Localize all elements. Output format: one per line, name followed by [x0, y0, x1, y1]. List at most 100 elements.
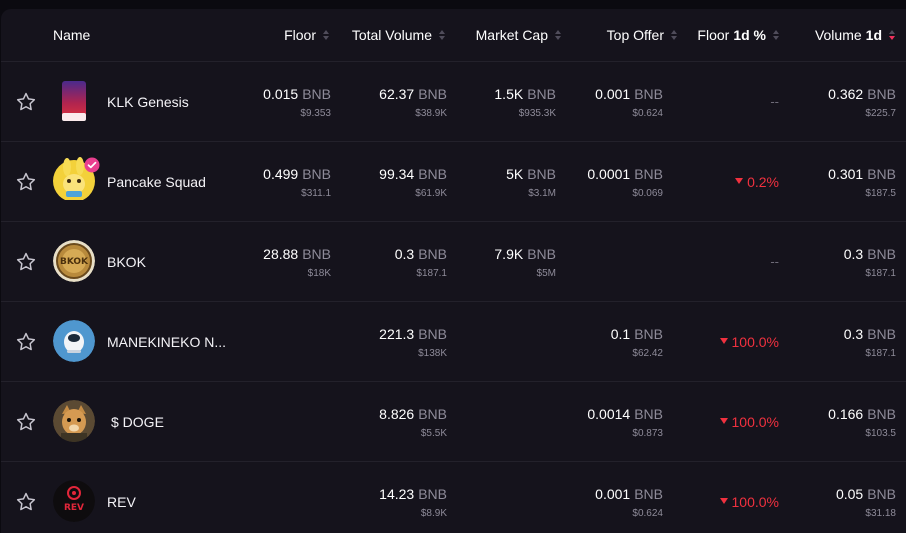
- table-row[interactable]: MANEKINEKO N... 221.3 BNB $138K 0.1 BNB $6…: [1, 301, 906, 381]
- star-icon[interactable]: [15, 411, 37, 433]
- floor-change-empty: --: [770, 254, 779, 269]
- currency-unit: BNB: [302, 166, 331, 182]
- currency-unit: BNB: [418, 486, 447, 502]
- total-volume-cell: 62.37 BNB $38.9K: [379, 86, 447, 120]
- currency-unit: BNB: [634, 326, 663, 342]
- volume-usd: $187.1: [865, 348, 896, 359]
- market-cap-value: 1.5K: [494, 86, 524, 102]
- volume-value: 0.166: [828, 406, 864, 422]
- header-total-volume-label: Total Volume: [351, 27, 432, 43]
- header-name[interactable]: Name: [53, 27, 90, 43]
- floor-cell: 0.015 BNB $9.353: [263, 86, 331, 120]
- currency-unit: BNB: [867, 326, 896, 342]
- top-offer-cell: 0.1 BNB $62.42: [611, 326, 663, 360]
- star-icon[interactable]: [15, 171, 37, 193]
- star-icon[interactable]: [15, 491, 37, 513]
- total-volume-usd: $187.1: [416, 268, 447, 279]
- currency-unit: BNB: [527, 246, 556, 262]
- collection-name[interactable]: $ DOGE: [111, 414, 164, 430]
- volume-usd: $31.18: [865, 508, 896, 519]
- header-market-cap-sort[interactable]: Market Cap: [476, 27, 561, 43]
- floor-change-value: 0.2%: [747, 174, 779, 190]
- volume-usd: $225.7: [865, 108, 896, 119]
- currency-unit: BNB: [418, 406, 447, 422]
- table-row[interactable]: $ DOGE 8.826 BNB $5.5K 0.0014 BNB $0.873 1…: [1, 381, 906, 461]
- floor-change-value: 100.0%: [731, 414, 779, 430]
- currency-unit: BNB: [302, 246, 331, 262]
- down-triangle-icon: [719, 498, 728, 505]
- total-volume-value: 14.23: [379, 486, 415, 502]
- floor-usd: $311.1: [301, 188, 331, 199]
- collection-name[interactable]: Pancake Squad: [107, 174, 206, 190]
- table-row[interactable]: REV REV 14.23 BNB $8.9K 0.001 BNB $0.624 1…: [1, 461, 906, 533]
- market-cap-value: 5K: [506, 166, 524, 182]
- top-offer-cell: 0.0001 BNB $0.069: [587, 166, 663, 200]
- sort-icon: [671, 30, 677, 40]
- star-icon[interactable]: [15, 91, 37, 113]
- header-top-offer-label: Top Offer: [606, 27, 664, 43]
- star-icon[interactable]: [15, 331, 37, 353]
- top-offer-cell: 0.0014 BNB $0.873: [587, 406, 663, 440]
- floor-change-cell: 100.0%: [719, 494, 779, 510]
- volume-cell: 0.05 BNB $31.18: [836, 486, 896, 520]
- currency-unit: BNB: [867, 486, 896, 502]
- currency-unit: BNB: [302, 86, 331, 102]
- header-market-cap-label: Market Cap: [475, 27, 548, 43]
- market-cap-cell: 5K BNB $3.1M: [506, 166, 556, 200]
- top-offer-usd: $0.624: [632, 508, 663, 519]
- currency-unit: BNB: [418, 246, 447, 262]
- down-triangle-icon: [735, 178, 744, 185]
- total-volume-usd: $138K: [418, 348, 447, 359]
- collection-avatar: REV: [53, 480, 95, 522]
- floor-change-cell: 0.2%: [735, 174, 779, 190]
- collection-name[interactable]: BKOK: [107, 254, 146, 270]
- header-volume-sort[interactable]: Volume 1d: [815, 27, 895, 43]
- currency-unit: BNB: [634, 166, 663, 182]
- market-cap-value: 7.9K: [494, 246, 524, 262]
- avatar-logo-text: REV: [64, 503, 84, 513]
- header-floor-change-period: 1d %: [733, 27, 766, 43]
- top-offer-value: 0.0001: [587, 166, 631, 182]
- currency-unit: BNB: [634, 486, 663, 502]
- floor-value: 0.499: [263, 166, 299, 182]
- volume-usd: $187.1: [865, 268, 896, 279]
- star-icon[interactable]: [15, 251, 37, 273]
- currency-unit: BNB: [527, 166, 556, 182]
- sort-icon: [439, 30, 445, 40]
- total-volume-value: 62.37: [379, 86, 415, 102]
- header-floor-change-sort[interactable]: Floor 1d %: [697, 27, 779, 43]
- volume-cell: 0.301 BNB $187.5: [828, 166, 896, 200]
- total-volume-value: 8.826: [379, 406, 415, 422]
- floor-value: 0.015: [263, 86, 299, 102]
- floor-change-value: 100.0%: [731, 334, 779, 350]
- header-floor-sort[interactable]: Floor: [284, 27, 329, 43]
- header-volume-period: 1d: [865, 27, 882, 43]
- volume-cell: 0.166 BNB $103.5: [828, 406, 896, 440]
- floor-cell: 0.499 BNB $311.1: [263, 166, 331, 200]
- table-row[interactable]: Pancake Squad 0.499 BNB $311.1 99.34 BNB $…: [1, 141, 906, 221]
- header-top-offer-sort[interactable]: Top Offer: [607, 27, 677, 43]
- table-row[interactable]: KLK Genesis 0.015 BNB $9.353 62.37 BNB $38…: [1, 61, 906, 141]
- sort-icon: [889, 30, 895, 40]
- volume-cell: 0.3 BNB $187.1: [844, 326, 896, 360]
- top-offer-cell: 0.001 BNB $0.624: [595, 486, 663, 520]
- collection-avatar: [53, 80, 95, 122]
- header-total-volume-sort[interactable]: Total Volume: [352, 27, 445, 43]
- verified-badge-icon: [84, 157, 100, 173]
- top-offer-usd: $0.873: [632, 428, 663, 439]
- avatar-logo-text: BKOK: [60, 257, 89, 267]
- table-row[interactable]: BKOK BKOK 28.88 BNB $18K 0.3 BNB $187.1 7.…: [1, 221, 906, 301]
- down-triangle-icon: [719, 418, 728, 425]
- top-offer-usd: $0.624: [632, 108, 663, 119]
- collection-avatar: BKOK: [53, 240, 95, 282]
- volume-value: 0.05: [835, 486, 864, 502]
- floor-change-empty: --: [770, 94, 779, 109]
- total-volume-cell: 221.3 BNB $138K: [379, 326, 447, 360]
- collection-name[interactable]: MANEKINEKO N...: [107, 334, 226, 350]
- total-volume-value: 99.34: [379, 166, 415, 182]
- total-volume-cell: 99.34 BNB $61.9K: [379, 166, 447, 200]
- down-triangle-icon: [719, 338, 728, 345]
- currency-unit: BNB: [634, 86, 663, 102]
- collection-name[interactable]: REV: [107, 494, 136, 510]
- collection-name[interactable]: KLK Genesis: [107, 94, 189, 110]
